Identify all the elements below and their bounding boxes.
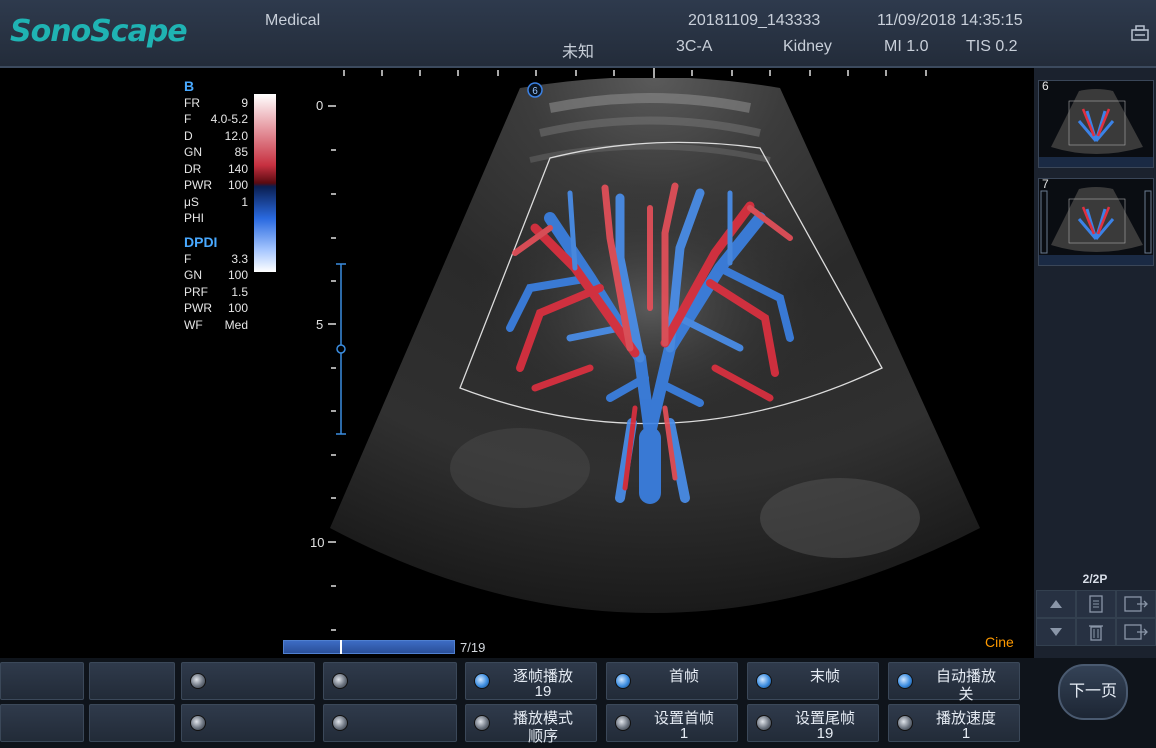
trash-icon [1089,625,1103,641]
triangle-down-icon [1050,628,1062,636]
softkey-blank[interactable] [89,704,175,742]
softkey-value: 19 [534,683,552,700]
scroll-down-button[interactable] [1036,618,1076,646]
exam-preset: Kidney [783,38,832,55]
param-row: WF Med [184,318,248,332]
ultrasound-image: 6 [330,78,980,613]
mechanical-index: MI 1.0 [884,38,929,55]
knob-icon [474,715,490,731]
param-row: GN 100 [184,268,248,282]
thumbnail-panel: 6 7 2/2P [1034,68,1156,658]
thumbnail-preview [1039,187,1153,265]
hospital-name: Medical [265,12,321,29]
next-page-button[interactable]: 下一页 [1058,664,1128,720]
softkey-value: 关 [958,686,974,703]
cine-label: Cine [985,634,1014,650]
focus-marker-text: 6 [532,86,538,97]
knob-icon [332,673,348,689]
knob-icon [897,715,913,731]
param-row: μS 1 [184,195,248,209]
softkey-set-last-frame[interactable]: 设置尾帧 19 [747,704,879,742]
exam-datetime: 11/09/2018 14:35:15 [877,12,1023,29]
ultrasound-viewport[interactable]: B FR 9 F 4.0-5.2 D 12.0 GN 85 DR 140 PWR 100 μ… [0,68,1034,658]
softkey-last-frame[interactable]: 末帧 [747,662,879,700]
softkey-play-mode[interactable]: 播放模式 顺序 [465,704,597,745]
softkey-value: 19 [816,725,834,742]
softkey-empty[interactable] [323,662,457,700]
softkey-auto-play[interactable]: 自动播放 关 [888,662,1020,703]
triangle-up-icon [1050,600,1062,608]
thumbnail-image[interactable]: 6 [1038,79,1154,168]
exam-id: 20181109_143333 [688,12,821,29]
knob-icon [756,673,772,689]
top-bar: SonoScape Medical 20181109_143333 11/09/… [0,0,1156,68]
param-row: F 3.3 [184,252,248,266]
knob-icon [897,673,913,689]
knob-icon [332,715,348,731]
param-row: F 4.0-5.2 [184,112,248,126]
param-row: DR 140 [184,162,248,176]
knob-icon [756,715,772,731]
softkey-blank[interactable] [0,704,84,742]
softkey-blank[interactable] [89,662,175,700]
knob-icon [190,673,206,689]
softkey-frame-by-frame[interactable]: 逐帧播放 19 [465,662,597,700]
page-indicator: 2/2P [1082,572,1108,586]
knob-icon [615,715,631,731]
softkey-value: 1 [961,725,971,742]
param-row: PWR 100 [184,301,248,315]
knob-icon [190,715,206,731]
param-row: GN 85 [184,145,248,159]
thumbnail-number: 7 [1042,177,1049,191]
thumbnail-preview [1039,89,1153,167]
softkey-blank[interactable] [0,662,84,700]
param-row: PWR 100 [184,178,248,192]
softkey-empty[interactable] [323,704,457,742]
cine-progress-bar[interactable] [283,640,455,654]
b-mode-title: B [184,78,195,94]
patient-name: 未知 [562,44,595,61]
cine-position-marker[interactable] [340,640,343,654]
probe-name: 3C-A [676,38,713,55]
param-row: FR 9 [184,96,248,110]
softkey-label: 首帧 [668,668,699,685]
scroll-up-button[interactable] [1036,590,1076,618]
thumbnail-number: 6 [1042,79,1049,93]
delete-button[interactable] [1076,618,1116,646]
export-icon [1124,596,1148,612]
report-icon [1089,595,1103,613]
send-button[interactable] [1116,618,1156,646]
send-icon [1124,624,1148,640]
param-row: D 12.0 [184,129,248,143]
brand-logo: SonoScape [10,14,188,49]
softkey-empty[interactable] [181,662,315,700]
cine-frame-counter: 7/19 [460,640,486,655]
dpdi-title: DPDI [184,234,218,250]
thumbnail-image[interactable]: 7 [1038,177,1154,266]
thermal-index: TIS 0.2 [966,38,1018,55]
knob-icon [615,673,631,689]
softkey-label: 末帧 [809,668,840,685]
config-icon[interactable] [1130,24,1150,42]
knob-icon [474,673,490,689]
softkey-empty[interactable] [181,704,315,742]
softkey-first-frame[interactable]: 首帧 [606,662,738,700]
softkey-value: 顺序 [527,728,558,745]
softkey-play-speed[interactable]: 播放速度 1 [888,704,1020,742]
export-button[interactable] [1116,590,1156,618]
softkey-value: 1 [679,725,689,742]
doppler-color-bar [254,94,276,272]
softkey-set-first-frame[interactable]: 设置首帧 1 [606,704,738,742]
param-row: PHI [184,211,205,225]
report-button[interactable] [1076,590,1116,618]
param-row: PRF 1.5 [184,285,248,299]
